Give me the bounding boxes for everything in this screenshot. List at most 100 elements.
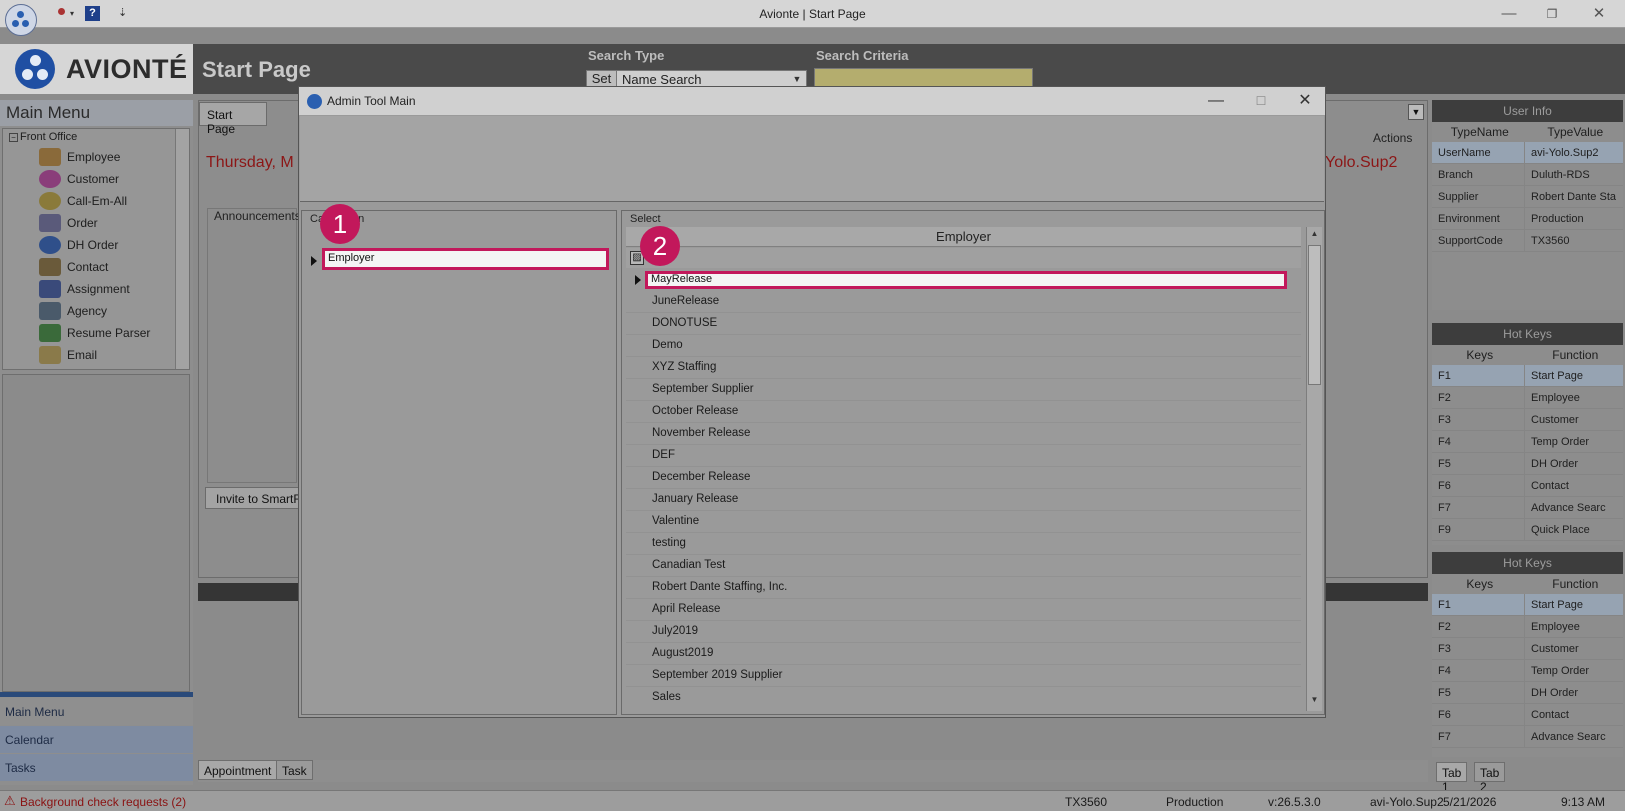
selected-row-mayrelease[interactable]: MayRelease: [645, 271, 1287, 289]
sidebar-item-contact[interactable]: Contact: [39, 257, 108, 277]
column-header[interactable]: Function: [1528, 574, 1624, 594]
sidebar-item-customer[interactable]: Customer: [39, 169, 119, 189]
sidebar-item-resume-parser[interactable]: Resume Parser: [39, 323, 150, 343]
table-row[interactable]: November Release: [626, 423, 1301, 445]
table-row[interactable]: UserName avi-Yolo.Sup2: [1432, 142, 1623, 164]
table-row[interactable]: Canadian Test: [626, 555, 1301, 577]
tab-2[interactable]: Tab 2: [1474, 762, 1506, 794]
sidebar-item-dh-order[interactable]: DH Order: [39, 235, 118, 255]
table-row[interactable]: Sales: [626, 687, 1301, 709]
tab-1[interactable]: Tab 1: [1436, 762, 1468, 794]
invite-button[interactable]: Invite to SmartFi: [205, 487, 300, 509]
close-button[interactable]: ✕: [1586, 4, 1612, 24]
table-row[interactable]: F6 Contact: [1432, 704, 1623, 726]
table-row[interactable]: DONOTUSE: [626, 313, 1301, 335]
dialog-maximize-button[interactable]: ☐: [1249, 91, 1273, 111]
table-row[interactable]: JuneRelease: [626, 291, 1301, 313]
table-row[interactable]: F4 Temp Order: [1432, 431, 1623, 453]
table-row[interactable]: September Supplier: [626, 379, 1301, 401]
nav-tasks[interactable]: Tasks: [0, 754, 193, 781]
table-row[interactable]: F1 Start Page: [1432, 594, 1623, 616]
collapse-icon[interactable]: −: [9, 133, 18, 142]
cell: avi-Yolo.Sup2: [1524, 142, 1623, 163]
cell: Start Page: [1524, 594, 1623, 615]
column-header[interactable]: Keys: [1432, 574, 1528, 594]
cell: F7: [1438, 502, 1451, 514]
user-info-title: User Info: [1432, 100, 1623, 122]
scroll-down-icon[interactable]: ▼: [1308, 695, 1321, 707]
dh-order-icon: [39, 236, 61, 254]
table-row[interactable]: F6 Contact: [1432, 475, 1623, 497]
table-row[interactable]: October Release: [626, 401, 1301, 423]
table-row[interactable]: F9 Quick Place: [1432, 519, 1623, 541]
sidebar-item-call-em-all[interactable]: Call-Em-All: [39, 191, 127, 211]
actions-link[interactable]: Actions: [1373, 131, 1412, 145]
dialog-minimize-button[interactable]: —: [1204, 91, 1228, 111]
scroll-up-icon[interactable]: ▲: [1308, 229, 1321, 241]
nav-main-menu[interactable]: Main Menu: [0, 698, 193, 725]
tree-scrollbar[interactable]: [175, 129, 189, 369]
table-row[interactable]: XYZ Staffing: [626, 357, 1301, 379]
table-row[interactable]: December Release: [626, 467, 1301, 489]
sidebar-item-assignment[interactable]: Assignment: [39, 279, 130, 299]
column-header[interactable]: Function: [1528, 345, 1624, 365]
table-row[interactable]: F2 Employee: [1432, 616, 1623, 638]
table-row[interactable]: F5 DH Order: [1432, 453, 1623, 475]
table-row[interactable]: F3 Customer: [1432, 638, 1623, 660]
column-header[interactable]: TypeValue: [1528, 122, 1624, 142]
row-pointer-icon: [311, 256, 317, 266]
tab-start-page[interactable]: Start Page: [199, 102, 267, 136]
table-row[interactable]: Supplier Robert Dante Sta: [1432, 186, 1623, 208]
navigation-preview-pane: [2, 374, 190, 692]
table-row[interactable]: August2019: [626, 643, 1301, 665]
nav-calendar[interactable]: Calendar: [0, 726, 193, 753]
table-row[interactable]: F5 DH Order: [1432, 682, 1623, 704]
cell: F4: [1438, 436, 1451, 448]
table-row[interactable]: F7 Advance Searc: [1432, 497, 1623, 519]
employer-column-header[interactable]: Employer: [626, 227, 1301, 247]
dialog-close-button[interactable]: ✕: [1293, 91, 1317, 111]
search-type-set-button[interactable]: Set: [587, 71, 617, 87]
table-row[interactable]: July2019: [626, 621, 1301, 643]
step-badge-1: 1: [320, 204, 360, 244]
minimize-button[interactable]: —: [1496, 4, 1522, 24]
table-row[interactable]: Demo: [626, 335, 1301, 357]
tabs-dropdown-button[interactable]: ▼: [1408, 104, 1424, 120]
category-item-employer[interactable]: Employer: [322, 248, 609, 270]
column-header[interactable]: TypeName: [1432, 122, 1528, 142]
table-row[interactable]: Robert Dante Staffing, Inc.: [626, 577, 1301, 599]
table-row[interactable]: F4 Temp Order: [1432, 660, 1623, 682]
table-row[interactable]: Valentine: [626, 511, 1301, 533]
chevron-down-icon[interactable]: ▼: [790, 73, 804, 85]
sidebar-item-agency[interactable]: Agency: [39, 301, 107, 321]
tab-appointment[interactable]: Appointment: [198, 760, 278, 780]
splitter-handle[interactable]: [0, 692, 193, 697]
scrollbar-thumb[interactable]: [1308, 245, 1321, 385]
cell: Contact: [1524, 704, 1623, 725]
table-row[interactable]: testing: [626, 533, 1301, 555]
search-criteria-input[interactable]: [814, 68, 1033, 88]
cell: Canadian Test: [652, 559, 726, 571]
table-row[interactable]: April Release: [626, 599, 1301, 621]
column-header[interactable]: Keys: [1432, 345, 1528, 365]
table-row[interactable]: F3 Customer: [1432, 409, 1623, 431]
sidebar-item-email[interactable]: Email: [39, 345, 97, 365]
tree-root-front-office[interactable]: − Front Office: [9, 131, 77, 143]
table-row[interactable]: F1 Start Page: [1432, 365, 1623, 387]
table-row[interactable]: Branch Duluth-RDS: [1432, 164, 1623, 186]
cell: F9: [1438, 524, 1451, 536]
sidebar-item-order[interactable]: Order: [39, 213, 98, 233]
cell: Sales: [652, 691, 681, 703]
table-row[interactable]: SupportCode TX3560: [1432, 230, 1623, 252]
table-row[interactable]: F2 Employee: [1432, 387, 1623, 409]
table-row[interactable]: Environment Production: [1432, 208, 1623, 230]
table-row[interactable]: DEF: [626, 445, 1301, 467]
employer-grid-scrollbar[interactable]: ▲ ▼: [1306, 227, 1322, 711]
tab-task[interactable]: Task: [276, 760, 313, 780]
table-row[interactable]: September 2019 Supplier: [626, 665, 1301, 687]
table-row[interactable]: F7 Advance Searc: [1432, 726, 1623, 748]
sidebar-item-employee[interactable]: Employee: [39, 147, 120, 167]
restore-button[interactable]: ❐: [1539, 4, 1565, 24]
table-row[interactable]: January Release: [626, 489, 1301, 511]
background-check-link[interactable]: Background check requests (2): [20, 795, 186, 809]
